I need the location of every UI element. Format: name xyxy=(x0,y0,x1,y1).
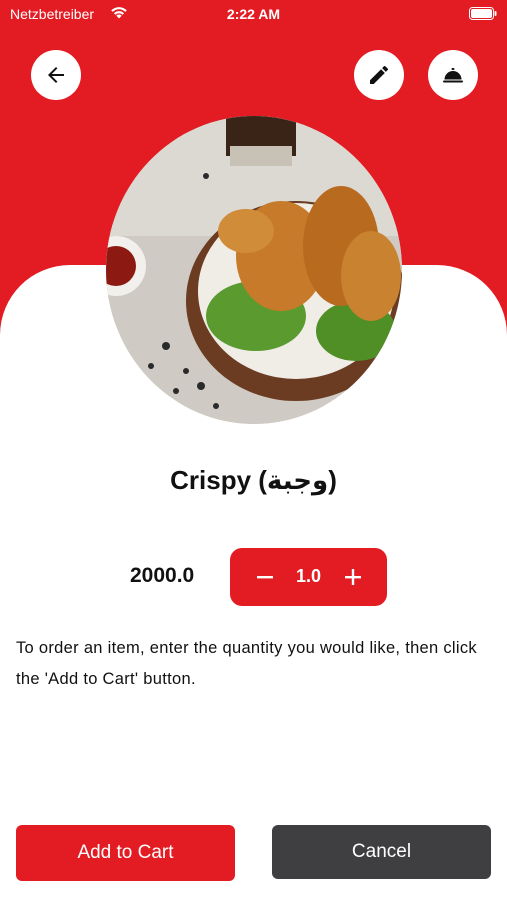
cloche-icon xyxy=(443,68,463,83)
item-title: Crispy (وجبة) xyxy=(170,465,337,495)
back-button[interactable] xyxy=(31,50,81,100)
status-bar: Netzbetreiber 2:22 AM xyxy=(0,0,507,28)
food-image xyxy=(106,116,402,424)
add-to-cart-button[interactable]: Add to Cart xyxy=(16,825,235,881)
battery-icon xyxy=(469,7,497,20)
cloche-button[interactable] xyxy=(428,50,478,100)
increase-quantity-button[interactable] xyxy=(330,548,375,606)
edit-button[interactable] xyxy=(354,50,404,100)
order-instructions: To order an item, enter the quantity you… xyxy=(16,639,477,688)
status-time: 2:22 AM xyxy=(226,6,281,22)
cancel-button[interactable]: Cancel xyxy=(272,825,491,879)
item-price: 2000.0 xyxy=(130,564,195,587)
plus-icon xyxy=(344,569,361,585)
pencil-icon xyxy=(370,65,388,84)
arrow-left-icon xyxy=(48,67,64,83)
quantity-stepper: 1.0 xyxy=(230,548,387,606)
